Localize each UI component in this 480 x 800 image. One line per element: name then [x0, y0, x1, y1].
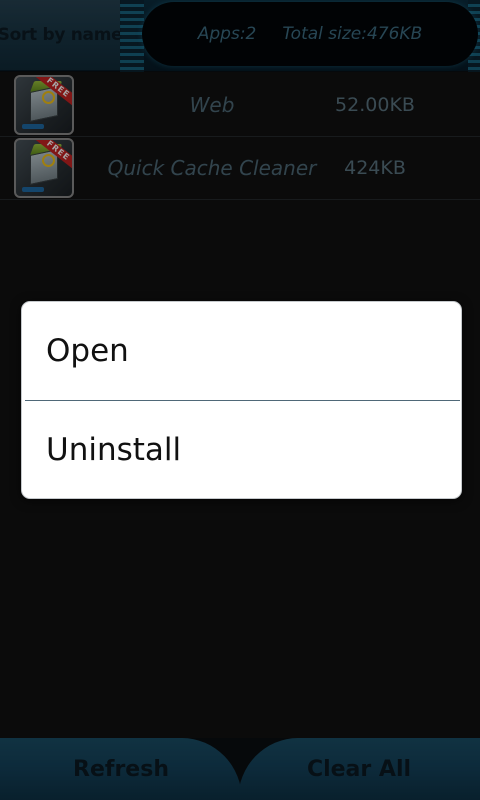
menu-item-open[interactable]: Open: [22, 302, 461, 399]
menu-item-uninstall[interactable]: Uninstall: [22, 401, 461, 498]
context-menu-dialog: Open Uninstall: [21, 301, 462, 499]
menu-item-label: Open: [46, 332, 129, 369]
menu-item-label: Uninstall: [46, 431, 182, 468]
